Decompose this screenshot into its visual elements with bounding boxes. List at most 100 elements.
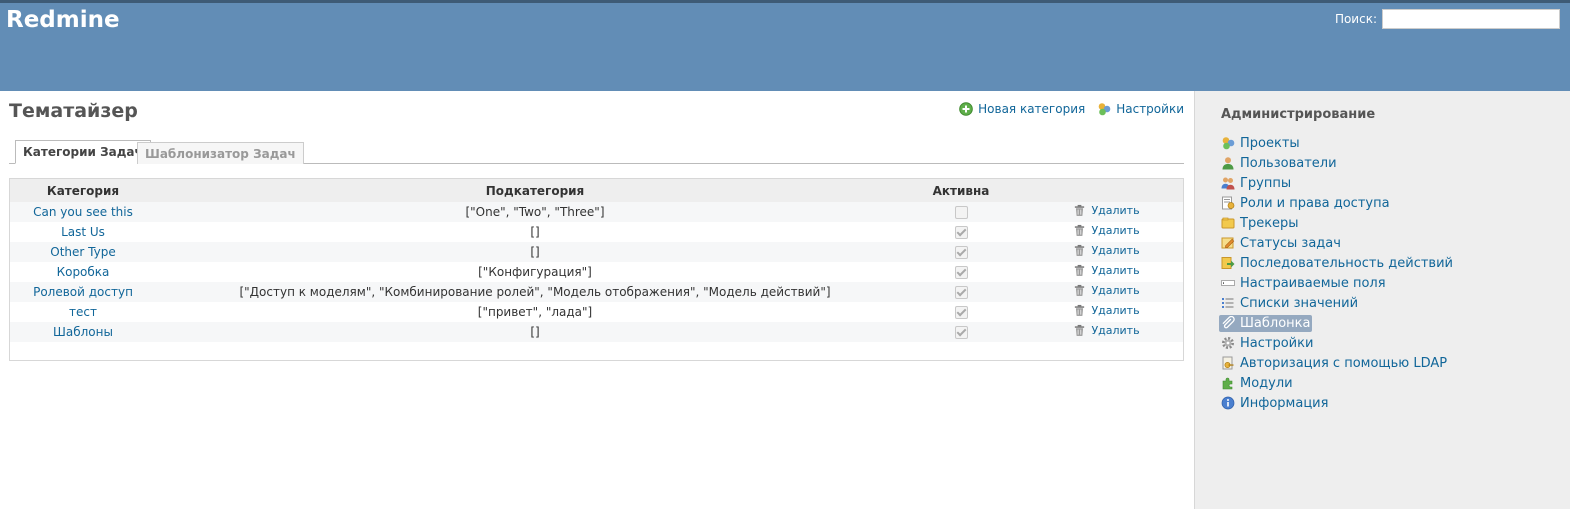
active-checkbox[interactable]	[954, 226, 968, 239]
search-label: Поиск:	[1334, 12, 1377, 26]
sidebar-item-label: Списки значений	[1240, 295, 1359, 311]
sidebar-item: Трекеры	[1221, 213, 1455, 233]
tab-task-categories[interactable]: Категории Задач	[15, 140, 151, 164]
sidebar-item: Настраиваемые поля	[1221, 273, 1455, 293]
sidebar-item-label: Группы	[1240, 175, 1292, 191]
column-header-active[interactable]: Активна	[914, 179, 1008, 202]
sidebar-link-trackers[interactable]: Трекеры	[1219, 215, 1301, 232]
sidebar-link-gear[interactable]: Настройки	[1219, 335, 1315, 352]
sidebar-item-label: Статусы задач	[1240, 235, 1341, 251]
search-input[interactable]	[1382, 9, 1560, 29]
actions-cell: Удалить	[1008, 242, 1183, 262]
table-header-row: Категория Подкатегория Активна	[10, 179, 1183, 202]
tab-task-templater[interactable]: Шаблонизатор Задач	[137, 142, 304, 164]
actions-cell: Удалить	[1008, 202, 1183, 222]
category-link[interactable]: Last Us	[61, 225, 105, 239]
main: Тематайзер Новая категория Настройки Кат…	[0, 91, 1570, 509]
enumerations-icon	[1221, 296, 1235, 310]
subcategory-cell: ["Доступ к моделям", "Комбинирование рол…	[156, 282, 914, 302]
app-title[interactable]: Redmine	[6, 7, 120, 33]
sidebar-link-enumerations[interactable]: Списки значений	[1219, 295, 1360, 312]
table-filler-cell	[10, 342, 1183, 360]
column-header-subcategory[interactable]: Подкатегория	[156, 179, 914, 202]
sidebar-item-label: Информация	[1240, 395, 1329, 411]
sidebar-link-group[interactable]: Группы	[1219, 175, 1293, 192]
category-cell: Шаблоны	[10, 322, 156, 342]
actions-cell: Удалить	[1008, 222, 1183, 242]
sidebar-link-user[interactable]: Пользователи	[1219, 155, 1339, 172]
header: Redmine Поиск:	[0, 3, 1570, 91]
sidebar-link-info[interactable]: Информация	[1219, 395, 1330, 412]
subcategory-cell: ["One", "Two", "Three"]	[156, 202, 914, 222]
trash-icon	[1073, 204, 1086, 217]
column-header-category[interactable]: Категория	[10, 179, 156, 202]
delete-link[interactable]: Удалить	[1073, 324, 1140, 337]
sidebar-item-label: Модули	[1240, 375, 1293, 391]
delete-label: Удалить	[1091, 324, 1140, 337]
active-checkbox[interactable]	[954, 306, 968, 319]
sidebar: Администрирование Проекты Пользователи Гру…	[1194, 91, 1570, 509]
subcategory-cell: []	[156, 322, 914, 342]
delete-link[interactable]: Удалить	[1073, 244, 1140, 257]
category-link[interactable]: тест	[69, 305, 97, 319]
sidebar-item: Авторизация с помощью LDAP	[1221, 353, 1455, 373]
delete-label: Удалить	[1091, 204, 1140, 217]
subcategory-cell: []	[156, 242, 914, 262]
user-icon	[1221, 156, 1235, 170]
sidebar-item: Модули	[1221, 373, 1455, 393]
sidebar-item-label: Трекеры	[1240, 215, 1299, 231]
gear-icon	[1221, 336, 1235, 350]
sidebar-link-ldap[interactable]: Авторизация с помощью LDAP	[1219, 355, 1449, 372]
categories-table: Категория Подкатегория Активна Can you s…	[10, 179, 1183, 360]
sidebar-link-projects[interactable]: Проекты	[1219, 135, 1302, 152]
new-category-link[interactable]: Новая категория	[959, 102, 1085, 116]
sidebar-link-custom-fields[interactable]: Настраиваемые поля	[1219, 275, 1388, 292]
trackers-icon	[1221, 216, 1235, 230]
sidebar-link-issue-statuses[interactable]: Статусы задач	[1219, 235, 1343, 252]
delete-link[interactable]: Удалить	[1073, 224, 1140, 237]
active-checkbox[interactable]	[954, 286, 968, 299]
delete-link[interactable]: Удалить	[1073, 284, 1140, 297]
delete-link[interactable]: Удалить	[1073, 304, 1140, 317]
category-link[interactable]: Other Type	[50, 245, 115, 259]
sidebar-item: Списки значений	[1221, 293, 1455, 313]
table-row: Can you see this ["One", "Two", "Three"] У…	[10, 202, 1183, 222]
paperclip-icon	[1221, 316, 1235, 330]
active-checkbox[interactable]	[954, 246, 968, 259]
sidebar-item-label: Проекты	[1240, 135, 1300, 151]
sidebar-item: Настройки	[1221, 333, 1455, 353]
settings-link[interactable]: Настройки	[1097, 102, 1184, 116]
delete-link[interactable]: Удалить	[1073, 204, 1140, 217]
delete-link[interactable]: Удалить	[1073, 264, 1140, 277]
info-icon	[1221, 396, 1235, 410]
sidebar-link-paperclip[interactable]: Шаблонка	[1219, 314, 1313, 332]
active-checkbox[interactable]	[954, 266, 968, 279]
active-checkbox[interactable]	[954, 326, 968, 339]
sidebar-item: Последовательность действий	[1221, 253, 1455, 273]
sidebar-item-label: Авторизация с помощью LDAP	[1240, 355, 1448, 371]
issue-statuses-icon	[1221, 236, 1235, 250]
actions-cell: Удалить	[1008, 302, 1183, 322]
column-header-actions	[1008, 179, 1183, 202]
sidebar-item-label: Настраиваемые поля	[1240, 275, 1386, 291]
subcategory-cell: []	[156, 222, 914, 242]
category-link[interactable]: Can you see this	[33, 205, 133, 219]
trash-icon	[1073, 324, 1086, 337]
sidebar-link-plugins[interactable]: Модули	[1219, 375, 1295, 392]
category-link[interactable]: Шаблоны	[53, 325, 113, 339]
trash-icon	[1073, 224, 1086, 237]
actions-cell: Удалить	[1008, 282, 1183, 302]
active-checkbox[interactable]	[954, 206, 968, 219]
sidebar-link-roles[interactable]: Роли и права доступа	[1219, 195, 1392, 212]
sidebar-link-workflow[interactable]: Последовательность действий	[1219, 255, 1455, 272]
category-link[interactable]: Ролевой доступ	[33, 285, 133, 299]
add-icon	[959, 102, 973, 116]
category-link[interactable]: Коробка	[57, 265, 110, 279]
trash-icon	[1073, 304, 1086, 317]
table-row: Other Type [] Удалить	[10, 242, 1183, 262]
table-row: Шаблоны [] Удалить	[10, 322, 1183, 342]
active-cell	[914, 202, 1008, 222]
delete-label: Удалить	[1091, 284, 1140, 297]
table-body: Can you see this ["One", "Two", "Three"] У…	[10, 202, 1183, 360]
quick-search: Поиск:	[1335, 9, 1560, 29]
